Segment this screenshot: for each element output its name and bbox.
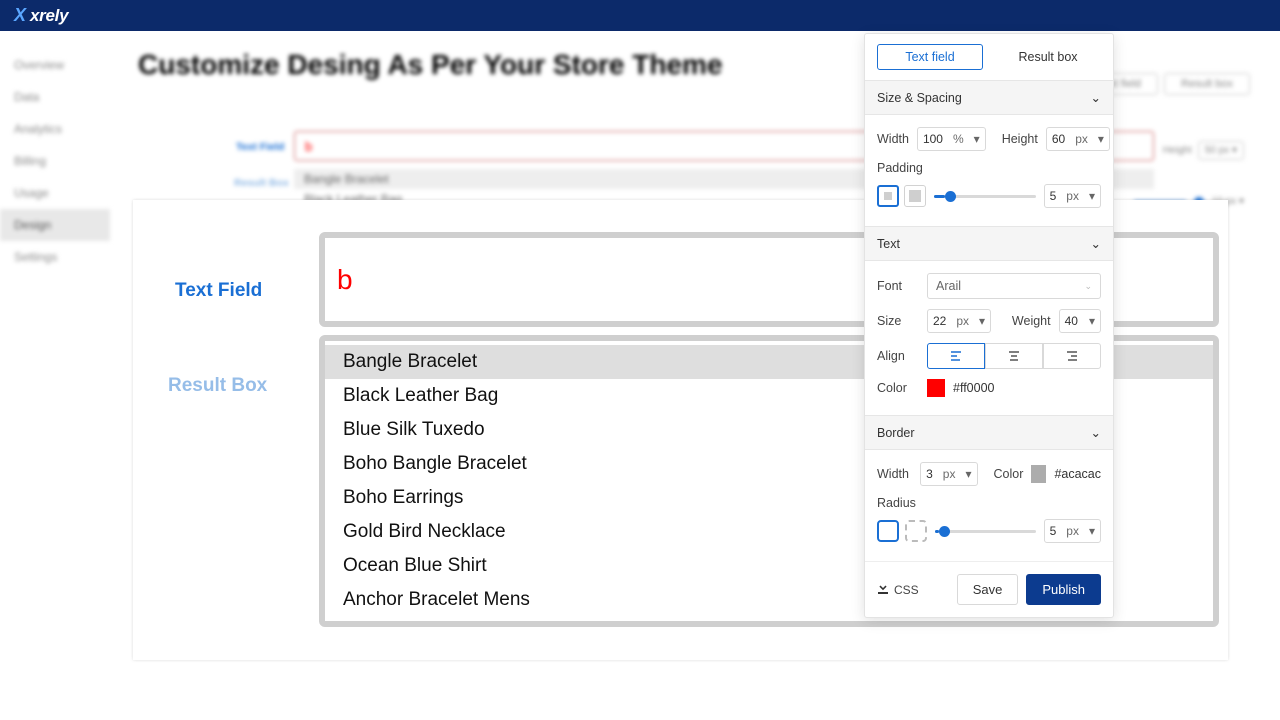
download-icon — [877, 582, 889, 597]
section-text-label: Text — [877, 237, 900, 251]
brand-logo[interactable]: X xrely — [14, 5, 68, 26]
padding-mode-sides[interactable] — [904, 185, 926, 207]
preview-textfield-value: b — [337, 264, 353, 296]
preview-textfield-label: Text Field — [175, 280, 262, 302]
text-color-value: #ff0000 — [953, 381, 994, 395]
chevron-down-icon: ⌄ — [1091, 90, 1101, 105]
align-center-button[interactable] — [985, 343, 1043, 369]
text-color-swatch[interactable] — [927, 379, 945, 397]
caret-down-icon: ▾ — [960, 467, 976, 481]
section-size-label: Size & Spacing — [877, 91, 962, 105]
caret-down-icon: ▾ — [969, 132, 985, 146]
weight-field[interactable]: 40▾ — [1059, 309, 1101, 333]
weight-label: Weight — [1012, 314, 1051, 328]
bg-resultbox-label: Result Box — [234, 177, 289, 189]
radius-individual-button[interactable] — [905, 520, 927, 542]
height-label: Height — [1002, 132, 1038, 146]
section-border-label: Border — [877, 426, 915, 440]
color-label: Color — [877, 381, 919, 395]
caret-down-icon: ▾ — [1083, 314, 1100, 328]
font-label: Font — [877, 279, 919, 293]
align-left-button[interactable] — [927, 343, 985, 369]
caret-down-icon: ▾ — [1093, 132, 1109, 146]
sidebar-item-design[interactable]: Design — [0, 209, 110, 241]
save-button[interactable]: Save — [957, 574, 1019, 605]
radius-all-button[interactable] — [877, 520, 899, 542]
sidebar-item-billing[interactable]: Billing — [0, 145, 110, 177]
sidebar-item-analytics[interactable]: Analytics — [0, 113, 110, 145]
sidebar-item-data[interactable]: Data — [0, 81, 110, 113]
border-width-field[interactable]: 3px▾ — [920, 462, 977, 486]
section-border[interactable]: Border ⌄ — [865, 415, 1113, 450]
bg-textfield-label: Text Field — [236, 141, 284, 153]
sidebar-item-settings[interactable]: Settings — [0, 241, 110, 273]
brand-icon: X — [14, 5, 26, 26]
padding-mode-all[interactable] — [877, 185, 899, 207]
radius-slider[interactable] — [935, 530, 1036, 533]
settings-panel: Text field Result box Size & Spacing ⌄ W… — [864, 33, 1114, 618]
width-field[interactable]: 100%▾ — [917, 127, 986, 151]
tab-textfield[interactable]: Text field — [877, 44, 983, 70]
topbar: X xrely — [0, 0, 1280, 31]
size-label: Size — [877, 314, 919, 328]
sidebar-item-usage[interactable]: Usage — [0, 177, 110, 209]
preview-resultbox-label: Result Box — [168, 375, 267, 397]
border-color-swatch[interactable] — [1031, 465, 1046, 483]
align-label: Align — [877, 349, 919, 363]
border-color-value: #acacac — [1054, 467, 1101, 481]
sidebar: OverviewDataAnalyticsBillingUsageDesignS… — [0, 31, 110, 273]
page-title: Customize Desing As Per Your Store Theme — [138, 49, 723, 81]
padding-label: Padding — [877, 161, 1101, 175]
caret-down-icon: ▾ — [974, 314, 990, 328]
publish-button[interactable]: Publish — [1026, 574, 1101, 605]
align-right-button[interactable] — [1043, 343, 1101, 369]
padding-field[interactable]: 5px▾ — [1044, 184, 1101, 208]
border-width-label: Width — [877, 467, 912, 481]
bg-height-control: Height 50 px ▾ — [1163, 141, 1244, 160]
border-color-label: Color — [994, 467, 1024, 481]
caret-down-icon: ▾ — [1084, 524, 1100, 538]
brand-name: xrely — [30, 6, 68, 26]
radius-label: Radius — [877, 496, 1101, 510]
css-export-button[interactable]: CSS — [877, 582, 919, 597]
chevron-down-icon: ⌄ — [1091, 236, 1101, 251]
radius-field[interactable]: 5px▾ — [1044, 519, 1101, 543]
chevron-down-icon: ⌄ — [1091, 425, 1101, 440]
tab-resultbox[interactable]: Result box — [995, 44, 1101, 70]
padding-slider[interactable] — [934, 195, 1036, 198]
height-field[interactable]: 60px▾ — [1046, 127, 1110, 151]
bg-tab-resultbox: Result box — [1164, 73, 1250, 95]
width-label: Width — [877, 132, 909, 146]
font-select[interactable]: Arail⌄ — [927, 273, 1101, 299]
chevron-down-icon: ⌄ — [1084, 281, 1092, 292]
section-text[interactable]: Text ⌄ — [865, 226, 1113, 261]
sidebar-item-overview[interactable]: Overview — [0, 49, 110, 81]
caret-down-icon: ▾ — [1084, 189, 1100, 203]
section-size-spacing[interactable]: Size & Spacing ⌄ — [865, 80, 1113, 115]
fontsize-field[interactable]: 22px▾ — [927, 309, 991, 333]
